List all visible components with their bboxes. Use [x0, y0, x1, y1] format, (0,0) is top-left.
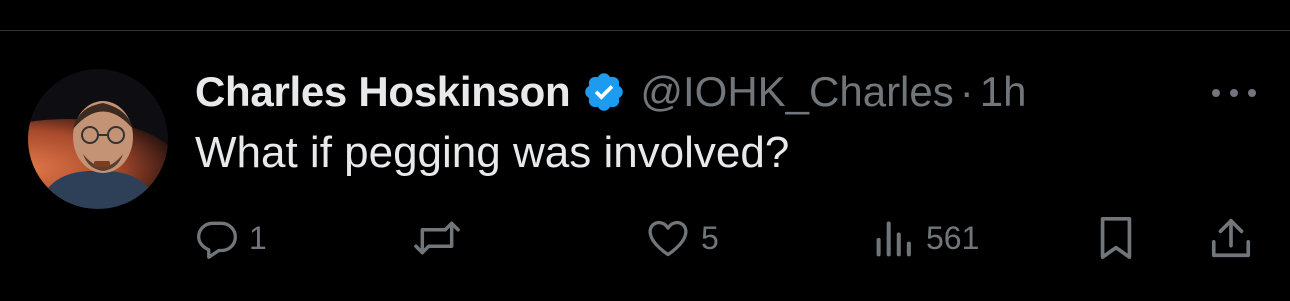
tweet-header: Charles Hoskinson @IOHK_Charles · 1h — [195, 64, 1026, 120]
more-dot — [1230, 89, 1238, 97]
like-button[interactable]: 5 — [645, 210, 719, 266]
views-button[interactable]: 561 — [872, 210, 979, 266]
views-count: 561 — [926, 219, 980, 256]
avatar[interactable] — [28, 69, 168, 209]
tweet-text: What if pegging was involved? — [195, 128, 790, 177]
avatar-image — [28, 69, 168, 209]
bookmark-button[interactable] — [1096, 210, 1136, 266]
heart-icon — [648, 220, 688, 257]
reply-button[interactable]: 1 — [195, 210, 267, 266]
more-options-icon[interactable] — [1212, 86, 1256, 100]
views-icon — [876, 221, 911, 257]
retweet-button[interactable] — [412, 210, 472, 266]
timestamp[interactable]: 1h — [980, 68, 1027, 116]
bookmark-icon — [1100, 217, 1132, 259]
share-icon — [1211, 218, 1251, 258]
top-divider — [0, 30, 1290, 31]
display-name[interactable]: Charles Hoskinson — [195, 68, 571, 116]
more-dot — [1212, 89, 1220, 97]
share-button[interactable] — [1208, 210, 1254, 266]
user-handle[interactable]: @IOHK_Charles — [640, 68, 953, 116]
tweet-actions: 1 5 561 — [0, 210, 1290, 266]
reply-count: 1 — [249, 219, 267, 256]
like-count: 5 — [701, 219, 719, 256]
reply-icon — [197, 221, 237, 259]
verified-badge-icon[interactable] — [582, 70, 626, 114]
more-dot — [1248, 89, 1256, 97]
retweet-icon — [414, 221, 460, 255]
separator-dot: · — [959, 68, 974, 115]
